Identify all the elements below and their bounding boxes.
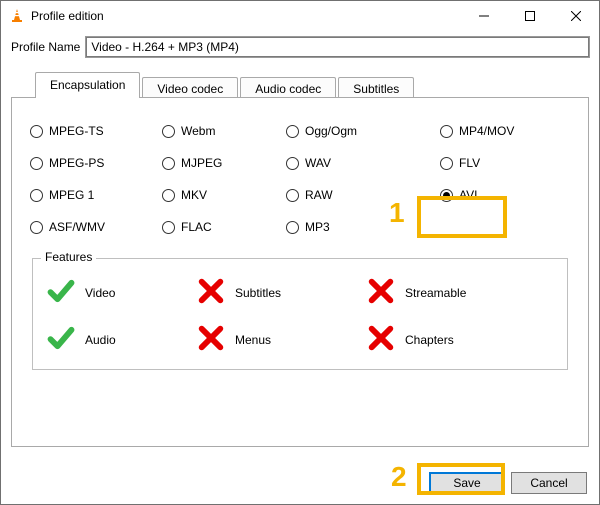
radio-mpeg-ps[interactable]: MPEG-PS [30,156,138,170]
feature-menus: Menus [197,324,367,355]
profile-edition-window: Profile edition Profile Name Encapsulati… [0,0,600,505]
dialog-buttons: Save Cancel [429,472,587,494]
profile-name-label: Profile Name [11,40,80,54]
radio-mp3[interactable]: MP3 [286,220,416,234]
feature-video: Video [47,277,197,308]
tab-encapsulation[interactable]: Encapsulation [35,72,140,98]
tab-strip: Encapsulation Video codec Audio codec Su… [11,72,589,98]
radio-ogg[interactable]: Ogg/Ogm [286,124,416,138]
cross-icon [367,324,395,355]
cross-icon [197,324,225,355]
profile-name-input[interactable] [86,37,589,57]
radio-webm[interactable]: Webm [162,124,262,138]
radio-flv[interactable]: FLV [440,156,560,170]
radio-avi[interactable]: AVI [440,188,560,202]
close-button[interactable] [553,1,599,31]
check-icon [47,277,75,308]
cross-icon [367,277,395,308]
cross-icon [197,277,225,308]
feature-streamable: Streamable [367,277,527,308]
tab-panel-encapsulation: MPEG-TS Webm Ogg/Ogm MP4/MOV MPEG-PS MJP… [11,97,589,447]
window-title: Profile edition [31,9,104,23]
radio-flac[interactable]: FLAC [162,220,262,234]
features-group: Features Video Subtitles Streamable [32,258,568,370]
feature-chapters: Chapters [367,324,527,355]
radio-mpeg1[interactable]: MPEG 1 [30,188,138,202]
radio-mkv[interactable]: MKV [162,188,262,202]
radio-raw[interactable]: RAW [286,188,416,202]
features-legend: Features [41,250,96,264]
cancel-button[interactable]: Cancel [511,472,587,494]
radio-mjpeg[interactable]: MJPEG [162,156,262,170]
minimize-button[interactable] [461,1,507,31]
radio-mp4-mov[interactable]: MP4/MOV [440,124,560,138]
radio-wav[interactable]: WAV [286,156,416,170]
check-icon [47,324,75,355]
radio-mpeg-ts[interactable]: MPEG-TS [30,124,138,138]
feature-subtitles: Subtitles [197,277,367,308]
encapsulation-options: MPEG-TS Webm Ogg/Ogm MP4/MOV MPEG-PS MJP… [30,124,570,234]
save-button[interactable]: Save [429,472,505,494]
client-area: Profile Name Encapsulation Video codec A… [1,31,599,504]
feature-audio: Audio [47,324,197,355]
radio-asf-wmv[interactable]: ASF/WMV [30,220,138,234]
profile-name-row: Profile Name [11,37,589,57]
app-cone-icon [9,8,25,24]
maximize-button[interactable] [507,1,553,31]
title-bar: Profile edition [1,1,599,31]
